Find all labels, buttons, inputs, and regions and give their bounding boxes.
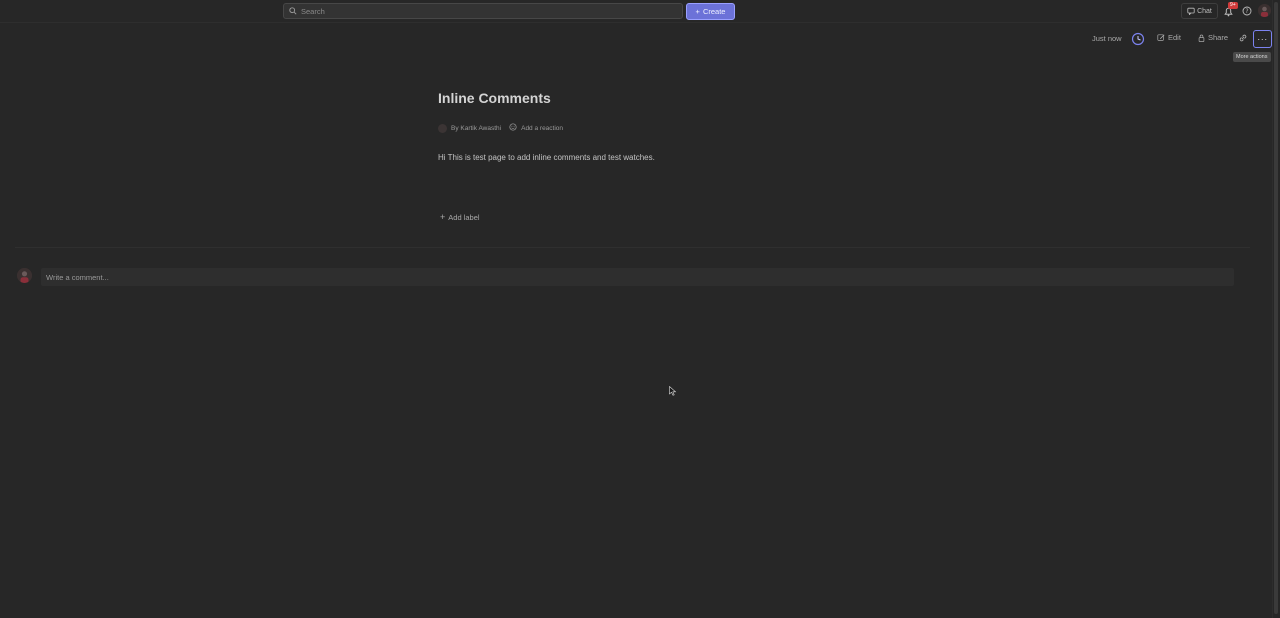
reaction-icon bbox=[509, 123, 517, 133]
page-status-icon[interactable] bbox=[1131, 32, 1145, 46]
share-button[interactable]: Share bbox=[1198, 33, 1228, 42]
notification-badge: 9+ bbox=[1228, 2, 1238, 9]
create-label: Create bbox=[702, 7, 726, 16]
edit-button[interactable]: Edit bbox=[1157, 33, 1181, 42]
author-avatar bbox=[438, 123, 447, 133]
share-label: Share bbox=[1208, 33, 1229, 42]
search-bar[interactable]: Search bbox=[283, 3, 683, 19]
chat-button[interactable]: Chat bbox=[1181, 3, 1218, 19]
scrollbar-thumb[interactable] bbox=[1274, 2, 1278, 614]
commenter-avatar bbox=[17, 268, 32, 283]
search-icon bbox=[289, 7, 297, 15]
chat-icon bbox=[1187, 7, 1195, 15]
page-title: Inline Comments bbox=[438, 90, 551, 106]
page-body-text: Hi This is test page to add inline comme… bbox=[438, 153, 655, 162]
chat-label: Chat bbox=[1197, 7, 1212, 15]
add-reaction-button[interactable]: Add a reaction bbox=[521, 125, 563, 132]
author-name[interactable]: By Kartik Awasthi bbox=[451, 125, 501, 132]
help-icon[interactable]: ? bbox=[1242, 6, 1252, 16]
byline: By Kartik Awasthi Add a reaction bbox=[438, 123, 563, 133]
plus-icon: + bbox=[695, 7, 700, 16]
content-divider bbox=[15, 247, 1250, 248]
copy-link-icon[interactable] bbox=[1238, 33, 1248, 43]
pencil-icon bbox=[1157, 33, 1165, 41]
more-horizontal-icon: ··· bbox=[1257, 34, 1268, 44]
svg-text:?: ? bbox=[1245, 8, 1248, 15]
lock-icon bbox=[1198, 34, 1205, 42]
add-label-text: Add label bbox=[448, 212, 480, 222]
more-actions-button[interactable]: ··· bbox=[1253, 30, 1272, 48]
mouse-cursor-icon bbox=[669, 386, 677, 396]
comment-input[interactable] bbox=[41, 268, 1234, 286]
create-button[interactable]: + Create bbox=[686, 3, 735, 20]
more-actions-tooltip: More actions bbox=[1233, 52, 1271, 62]
user-avatar[interactable] bbox=[1258, 4, 1271, 17]
add-label-button[interactable]: + Add label bbox=[440, 212, 480, 222]
saved-status: Just now bbox=[1092, 34, 1122, 43]
search-placeholder: Search bbox=[301, 6, 325, 16]
plus-icon: + bbox=[440, 212, 446, 222]
header-divider bbox=[0, 22, 1270, 23]
edit-label: Edit bbox=[1168, 33, 1181, 42]
